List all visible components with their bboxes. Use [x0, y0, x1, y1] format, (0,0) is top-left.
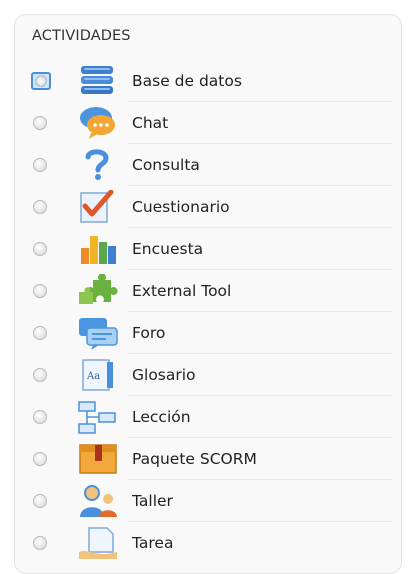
activity-label: Paquete SCORM: [132, 450, 257, 468]
activity-row-taller[interactable]: Taller: [0, 480, 408, 522]
activity-list: Base de datos Chat Consulta Cuestionario…: [0, 60, 408, 564]
activity-radio[interactable]: [33, 158, 47, 172]
activity-label: Consulta: [132, 156, 200, 174]
activity-row-cuestionario[interactable]: Cuestionario: [0, 186, 408, 228]
glossary-book-icon: Aa: [77, 358, 121, 392]
activity-label: Base de datos: [132, 72, 242, 90]
activity-label: Taller: [132, 492, 173, 510]
activity-row-external-tool[interactable]: External Tool: [0, 270, 408, 312]
activity-radio[interactable]: [33, 452, 47, 466]
activity-label: Chat: [132, 114, 169, 132]
activity-row-foro[interactable]: Foro: [0, 312, 408, 354]
activity-row-consulta[interactable]: Consulta: [0, 144, 408, 186]
activity-label: Encuesta: [132, 240, 204, 258]
activity-row-chat[interactable]: Chat: [0, 102, 408, 144]
activity-row-encuesta[interactable]: Encuesta: [0, 228, 408, 270]
activity-row-leccion[interactable]: Lección: [0, 396, 408, 438]
bar-chart-icon: [77, 232, 121, 266]
activity-radio[interactable]: [33, 368, 47, 382]
activity-radio[interactable]: [33, 536, 47, 550]
activity-label: Tarea: [132, 534, 174, 552]
puzzle-piece-icon: [77, 274, 121, 308]
question-mark-icon: [77, 148, 121, 182]
chat-bubble-icon: [77, 106, 121, 140]
workshop-people-icon: [77, 484, 121, 518]
activity-radio[interactable]: [33, 200, 47, 214]
activity-radio[interactable]: [33, 284, 47, 298]
activity-label: External Tool: [132, 282, 232, 300]
checkmark-document-icon: [77, 190, 121, 224]
activity-radio[interactable]: [33, 410, 47, 424]
activity-row-tarea[interactable]: Tarea: [0, 522, 408, 564]
activity-row-paquete-scorm[interactable]: Paquete SCORM: [0, 438, 408, 480]
activity-radio[interactable]: [33, 116, 47, 130]
activity-radio[interactable]: [33, 242, 47, 256]
activity-row-glosario[interactable]: Aa Glosario: [0, 354, 408, 396]
activity-radio[interactable]: [33, 494, 47, 508]
flowchart-icon: [77, 400, 121, 434]
activity-label: Glosario: [132, 366, 196, 384]
activity-radio[interactable]: [33, 326, 47, 340]
activity-label: Foro: [132, 324, 166, 342]
section-heading: ACTIVIDADES: [32, 28, 131, 44]
database-icon: [77, 64, 121, 98]
forum-bubbles-icon: [77, 316, 121, 350]
activity-label: Lección: [132, 408, 191, 426]
package-box-icon: [77, 442, 121, 476]
activity-radio[interactable]: [31, 72, 51, 90]
activity-label: Cuestionario: [132, 198, 230, 216]
activity-row-base-de-datos[interactable]: Base de datos: [0, 60, 408, 102]
svg-text:Aa: Aa: [86, 371, 100, 382]
